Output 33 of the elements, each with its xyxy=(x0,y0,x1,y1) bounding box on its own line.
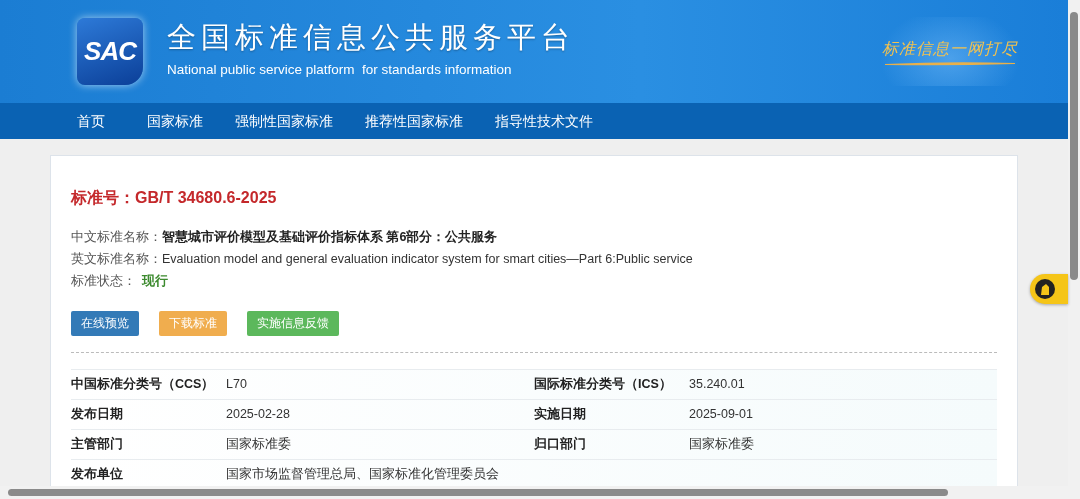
mascot-button[interactable] xyxy=(1030,274,1068,304)
nav-link[interactable]: 推荐性国家标准 xyxy=(365,110,463,132)
field-value: 智慧城市评价模型及基础评价指标体系 第6部分：公共服务 xyxy=(162,230,498,244)
slogan: 标准信息一网打尽 xyxy=(882,38,1018,60)
nav-link[interactable]: 国家标准 xyxy=(147,110,203,132)
detail-value: 2025-02-28 xyxy=(226,406,291,424)
action-button[interactable]: 在线预览 xyxy=(71,311,139,337)
detail-label: 国际标准分类号（ICS） xyxy=(534,376,673,394)
detail-value: 2025-09-01 xyxy=(689,406,754,424)
site-subtitle: National public service platform for standards information xyxy=(167,61,513,80)
nav-link[interactable]: 指导性技术文件 xyxy=(495,110,593,132)
detail-value: L70 xyxy=(226,376,248,394)
field-label: 英文标准名称： xyxy=(71,252,162,266)
detail-value: 国家标准委 xyxy=(689,436,755,454)
detail-label: 主管部门 xyxy=(71,435,124,454)
detail-value: 国家标准委 xyxy=(226,436,292,454)
site-title: 全国标准信息公共服务平台 xyxy=(167,22,575,55)
field-value: Evaluation model and general evaluation indicator system for smart cities—Part 6:Public service xyxy=(162,252,693,266)
logo: SAC xyxy=(77,18,143,85)
detail-label: 发布日期 xyxy=(71,406,124,424)
standard-number: 标准号：GB/T 34680.6-2025 xyxy=(71,188,278,208)
nav-link[interactable]: 首页 xyxy=(77,110,105,132)
detail-value: 35.240.01 xyxy=(689,376,746,394)
detail-label: 中国标准分类号（CCS） xyxy=(71,376,216,394)
detail-label: 归口部门 xyxy=(534,436,587,454)
field-value: 现行 xyxy=(142,274,168,288)
mascot-icon xyxy=(1035,279,1055,299)
detail-label: 发布单位 xyxy=(71,466,124,484)
detail-label: 实施日期 xyxy=(534,406,587,424)
field-label: 标准状态： xyxy=(71,274,136,288)
detail-value: 国家市场监督管理总局、国家标准化管理委员会 xyxy=(226,466,500,484)
nav-link[interactable]: 强制性国家标准 xyxy=(235,110,333,132)
field-label: 中文标准名称： xyxy=(71,230,162,244)
